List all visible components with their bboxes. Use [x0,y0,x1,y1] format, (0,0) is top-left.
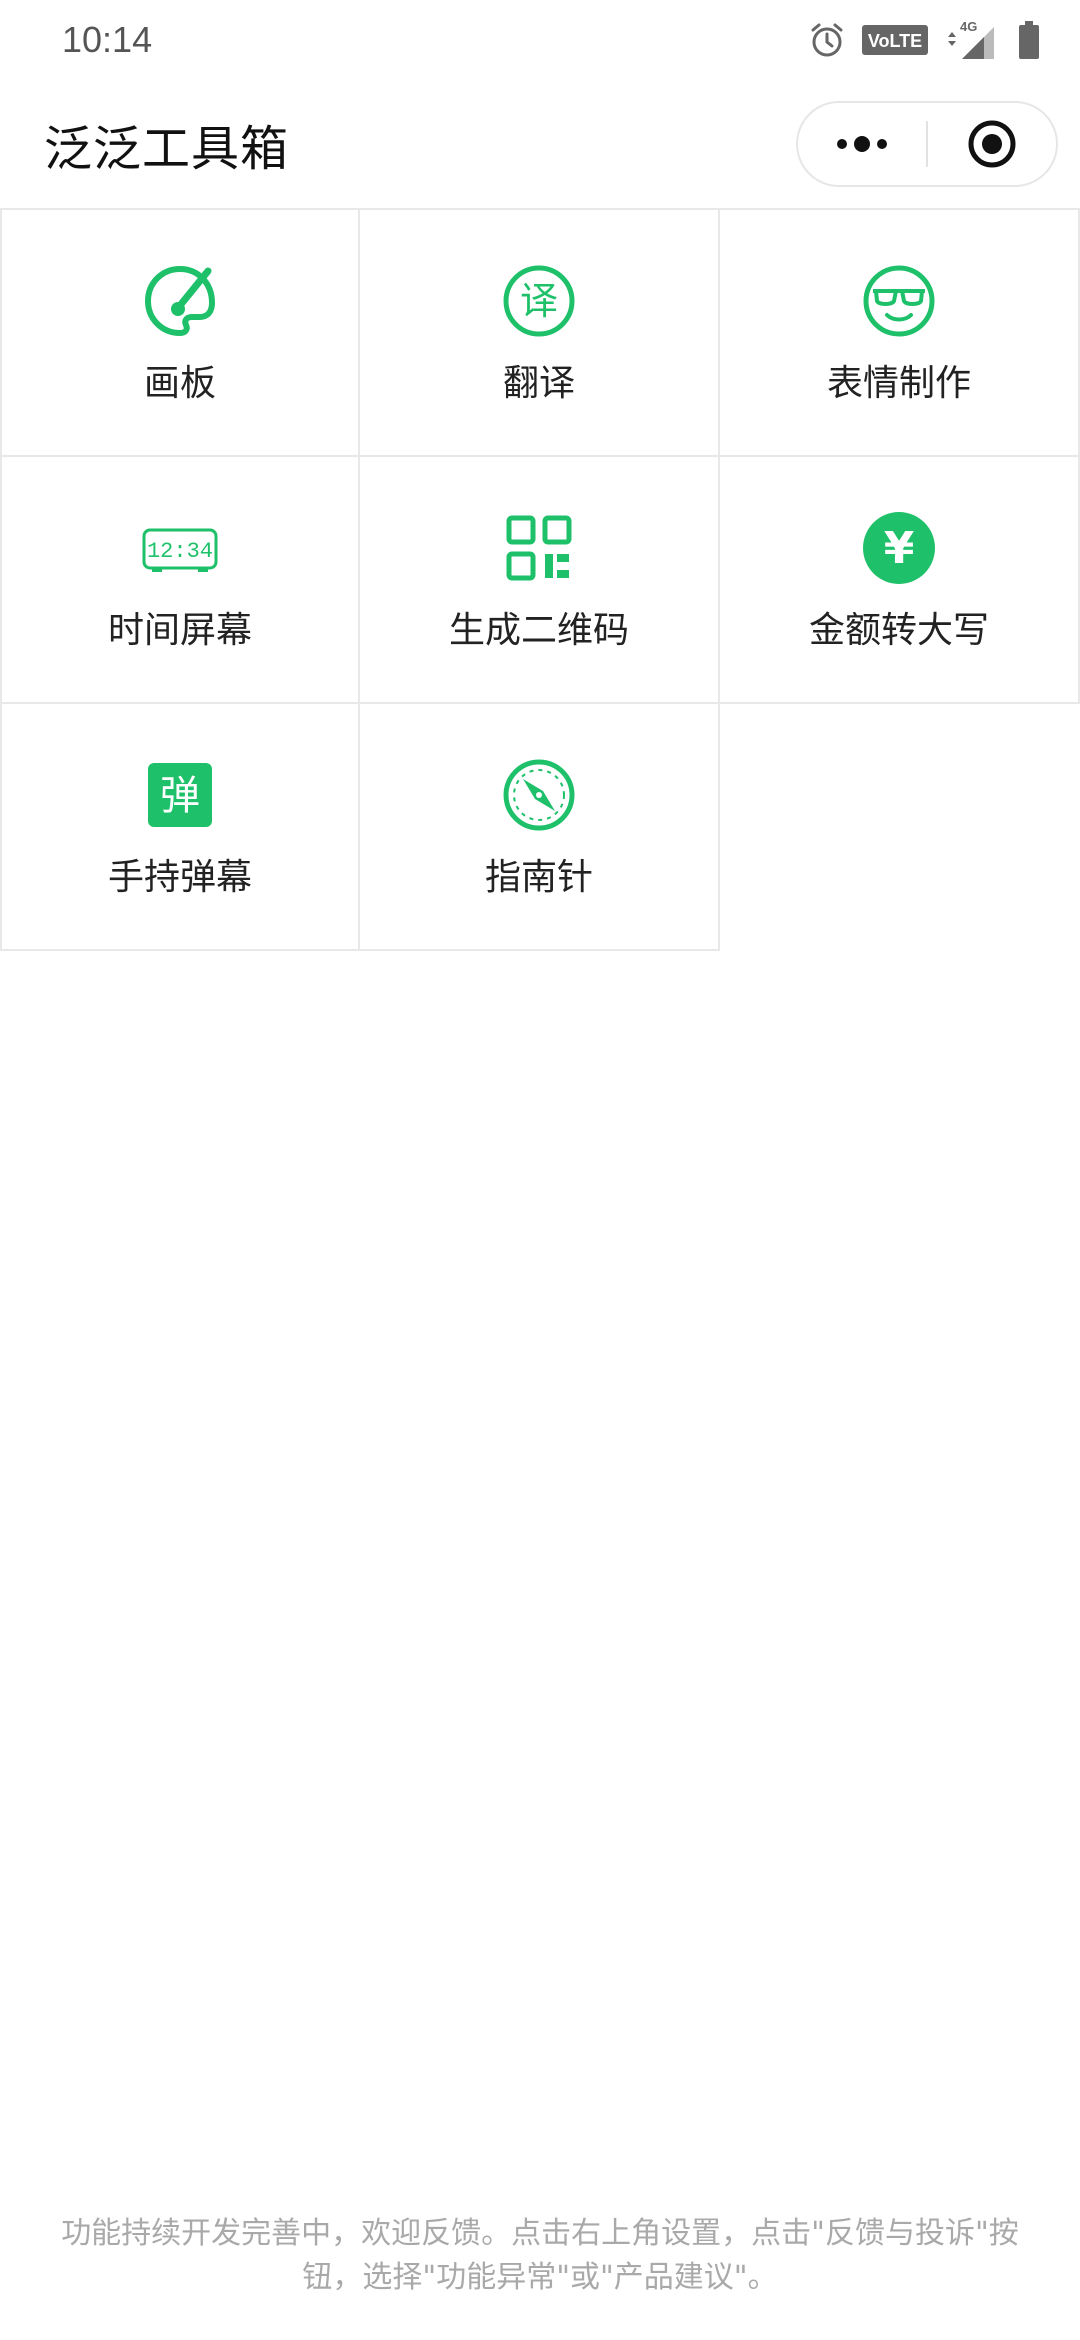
tool-qr-generator[interactable]: 生成二维码 [360,457,720,704]
status-icons: VoLTE 4G [808,19,1040,61]
sunglasses-face-icon [860,262,938,340]
tool-translate[interactable]: 译 翻译 [360,210,720,457]
grid-row: 12:34 时间屏幕 生成二维码 ¥ 金额转大写 [0,457,1080,704]
more-button[interactable] [798,103,926,185]
status-bar: 10:14 VoLTE 4G [0,0,1080,80]
grid-row: 弹 手持弹幕 指南针 [0,704,1080,951]
digital-clock-icon: 12:34 [141,509,219,587]
yen-icon: ¥ [860,509,938,587]
more-dots-icon [837,136,887,152]
tool-time-screen[interactable]: 12:34 时间屏幕 [0,457,360,704]
clock-glyph: 12:34 [147,539,213,564]
header: 泛泛工具箱 [0,80,1080,208]
tool-label: 生成二维码 [448,610,629,651]
tool-label: 金额转大写 [808,610,989,651]
alarm-icon [808,21,846,59]
tool-grid: 画板 译 翻译 表情制作 12:34 时间屏幕 生成二维码 ¥ 金额转大写 弹 … [0,208,1080,951]
tool-sticker-maker[interactable]: 表情制作 [720,210,1080,457]
tool-amount-to-uppercase[interactable]: ¥ 金额转大写 [720,457,1080,704]
palette-icon [141,262,219,340]
tool-label: 表情制作 [826,363,971,404]
signal-icon: 4G [944,19,1002,61]
volte-label: VoLTE [868,31,922,51]
yen-glyph: ¥ [884,523,915,574]
danmaku-glyph: 弹 [160,773,200,819]
close-target-icon [968,120,1016,168]
mini-program-capsule [796,101,1058,187]
empty-tile [720,704,1080,951]
tool-label: 画板 [143,363,216,404]
footer-note: 功能持续开发完善中，欢迎反馈。点击右上角设置，点击"反馈与投诉"按钮，选择"功能… [61,2216,1019,2295]
qr-code-icon [500,509,578,587]
volte-icon: VoLTE [862,25,928,55]
tool-label: 手持弹幕 [107,857,252,898]
battery-icon [1018,21,1040,59]
tool-handheld-danmaku[interactable]: 弹 手持弹幕 [0,704,360,951]
grid-row: 画板 译 翻译 表情制作 [0,210,1080,457]
translate-glyph: 译 [520,279,558,323]
translate-icon: 译 [500,262,578,340]
tool-label: 时间屏幕 [107,610,252,651]
tool-label: 指南针 [484,857,593,898]
page-title: 泛泛工具箱 [44,121,290,177]
compass-icon [500,756,578,834]
danmaku-icon: 弹 [141,756,219,834]
tool-drawing-board[interactable]: 画板 [0,210,360,457]
tool-compass[interactable]: 指南针 [360,704,720,951]
tool-label: 翻译 [502,363,575,404]
status-time: 10:14 [62,19,153,60]
close-button[interactable] [928,103,1056,185]
network-type-label: 4G [960,19,977,34]
